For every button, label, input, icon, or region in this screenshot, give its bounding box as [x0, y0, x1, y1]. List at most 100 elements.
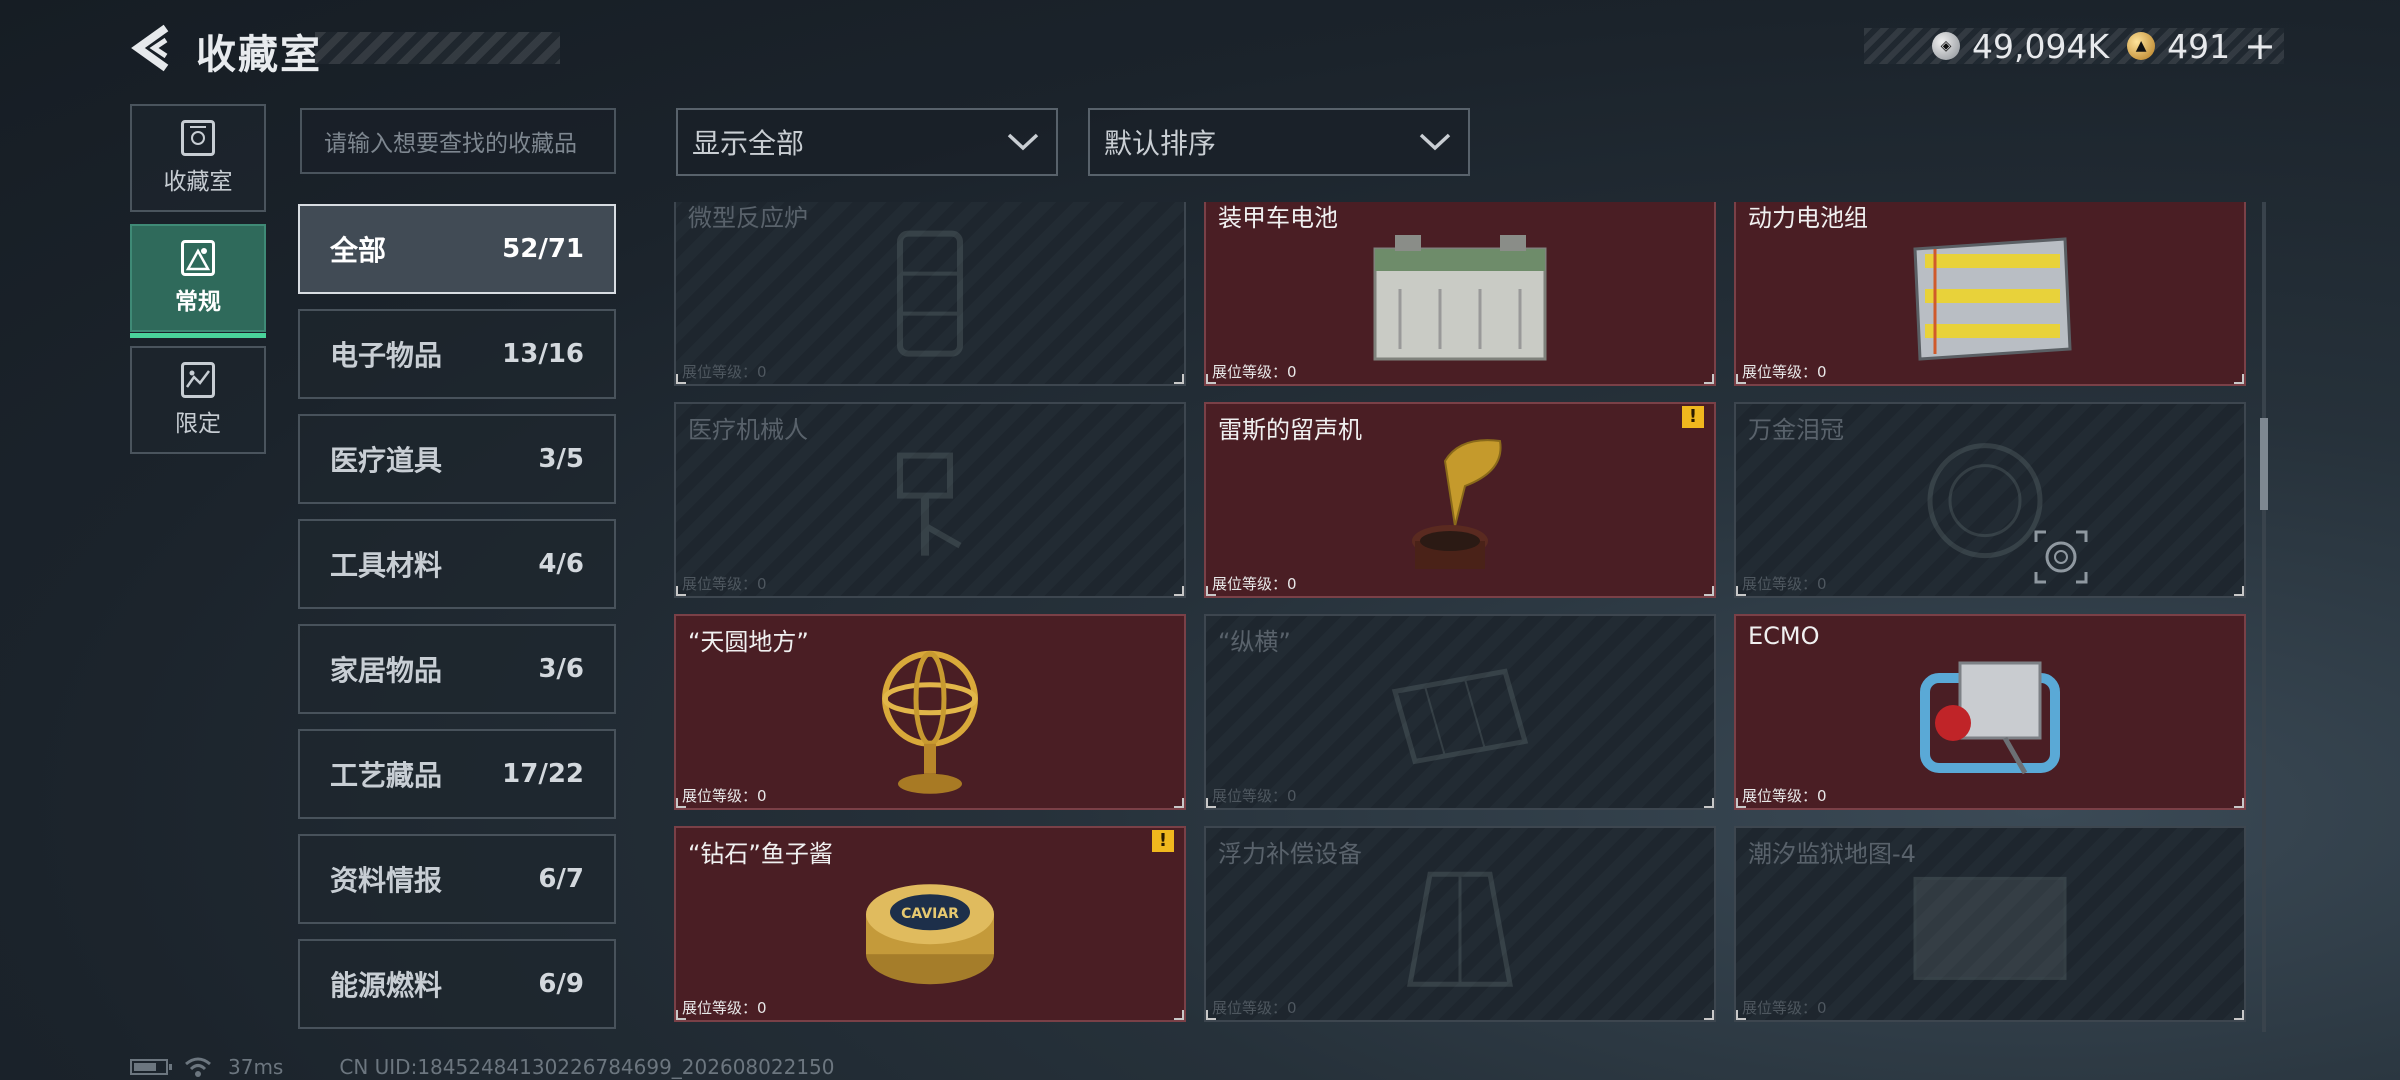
- category-all[interactable]: 全部 52/71: [298, 204, 616, 294]
- display-filter-dropdown[interactable]: 显示全部: [676, 108, 1058, 176]
- battery-pack-icon: [1913, 237, 2072, 361]
- collection-card[interactable]: “天圆地方” 展位等级：0: [674, 614, 1186, 810]
- category-count: 3/6: [538, 654, 584, 684]
- caviar-label: CAVIAR: [901, 906, 959, 922]
- target-reticle-icon: [2034, 530, 2088, 584]
- collection-card[interactable]: 装甲车电池 展位等级：0: [1204, 202, 1716, 386]
- category-medical[interactable]: 医疗道具 3/5: [298, 414, 616, 504]
- item-name: 潮汐监狱地图-4: [1748, 840, 1916, 868]
- item-name: 微型反应炉: [688, 204, 808, 232]
- category-crafts[interactable]: 工艺藏品 17/22: [298, 729, 616, 819]
- category-name: 电子物品: [330, 339, 443, 372]
- grid-scrollbar[interactable]: [2262, 202, 2266, 1032]
- item-name: 浮力补偿设备: [1218, 840, 1362, 868]
- silver-coin-icon: ◈: [1932, 32, 1961, 60]
- grid-scrollbar-thumb[interactable]: [2260, 418, 2268, 510]
- category-name: 资料情报: [330, 864, 443, 897]
- display-level: 展位等级：0: [682, 787, 767, 805]
- bcd-vest-icon: [1407, 871, 1513, 987]
- collection-card[interactable]: 动力电池组 展位等级：0: [1734, 202, 2246, 386]
- display-level: 展位等级：0: [1212, 787, 1297, 805]
- item-name: 医疗机械人: [688, 416, 808, 444]
- item-name: “天圆地方”: [688, 628, 809, 656]
- collection-card[interactable]: 浮力补偿设备 展位等级：0: [1204, 826, 1716, 1022]
- battery-icon: [130, 1059, 172, 1075]
- chevron-down-icon: [1007, 133, 1039, 151]
- display-level: 展位等级：0: [1212, 363, 1297, 381]
- display-level: 展位等级：0: [1742, 787, 1827, 805]
- reactor-icon: [897, 230, 963, 357]
- category-count: 4/6: [538, 549, 584, 579]
- category-name: 能源燃料: [330, 969, 443, 1002]
- collection-card[interactable]: CAVIAR ! “钻石”鱼子酱 展位等级：0: [674, 826, 1186, 1022]
- silver-balance: 49,094K: [1972, 26, 2110, 66]
- item-name: 雷斯的留声机: [1218, 416, 1362, 444]
- status-footer: 37ms CN UID:18452484130226784699_2026080…: [130, 1054, 835, 1080]
- category-count: 17/22: [502, 759, 584, 789]
- category-energy[interactable]: 能源燃料 6/9: [298, 939, 616, 1029]
- item-name: ECMO: [1748, 622, 1820, 650]
- category-count: 3/5: [538, 444, 584, 474]
- mode-tab-collection-room[interactable]: 收藏室: [130, 104, 266, 212]
- category-count: 52/71: [502, 234, 584, 264]
- user-uid: CN UID:18452484130226784699_202608022150: [339, 1055, 835, 1079]
- top-bar: 收藏室 ◈ 49,094K ▲ 491 +: [0, 0, 2400, 100]
- collection-card[interactable]: “纵横” 展位等级：0: [1204, 614, 1716, 810]
- display-level: 展位等级：0: [1212, 999, 1297, 1017]
- mode-tab-limited[interactable]: 限定: [130, 346, 266, 454]
- back-button[interactable]: [128, 22, 178, 74]
- collection-card[interactable]: 潮汐监狱地图-4 展位等级：0: [1734, 826, 2246, 1022]
- collection-card[interactable]: ! 雷斯的留声机 展位等级：0: [1204, 402, 1716, 598]
- ping-value: 37ms: [228, 1055, 284, 1079]
- category-name: 工艺藏品: [330, 759, 443, 792]
- mode-tab-regular[interactable]: 常规: [130, 224, 266, 338]
- chevron-down-icon: [1419, 133, 1451, 151]
- wifi-icon: [185, 1057, 211, 1077]
- map-icon: [1913, 876, 2067, 980]
- collection-card[interactable]: 微型反应炉 展位等级：0: [674, 202, 1186, 386]
- item-name: 动力电池组: [1748, 204, 1868, 232]
- medical-robot-icon: [897, 452, 962, 556]
- ecmo-machine-icon: [1920, 661, 2060, 775]
- limited-icon: [181, 362, 215, 398]
- collection-card[interactable]: ECMO 展位等级：0: [1734, 614, 2246, 810]
- category-count: 6/9: [538, 969, 584, 999]
- display-level: 展位等级：0: [682, 363, 767, 381]
- collection-card[interactable]: 医疗机械人 展位等级：0: [674, 402, 1186, 598]
- currency-bar: ◈ 49,094K ▲ 491 +: [1864, 24, 2284, 68]
- gramophone-icon: [1412, 439, 1502, 569]
- display-level: 展位等级：0: [682, 999, 767, 1017]
- collection-grid: 微型反应炉 展位等级：0 装甲车电池 展位等级：0 动力电池组 展位等级：0 医…: [674, 202, 2250, 1025]
- back-arrow-icon: [131, 24, 169, 72]
- warning-badge-icon: !: [1152, 830, 1174, 852]
- collection-room-icon: [181, 120, 215, 156]
- collection-card[interactable]: 万金泪冠 展位等级：0: [1734, 402, 2246, 598]
- mode-tab-label: 常规: [175, 289, 221, 315]
- mode-tab-label: 收藏室: [163, 169, 233, 195]
- display-level: 展位等级：0: [1742, 363, 1827, 381]
- category-tools[interactable]: 工具材料 4/6: [298, 519, 616, 609]
- armillary-sphere-icon: [882, 650, 978, 794]
- search-input[interactable]: 请输入想要查找的收藏品: [300, 108, 616, 174]
- page-title: 收藏室: [196, 32, 322, 78]
- chessboard-icon: [1391, 668, 1529, 765]
- category-name: 全部: [330, 234, 387, 267]
- gold-balance: 491: [2167, 26, 2231, 66]
- display-level: 展位等级：0: [1742, 575, 1827, 593]
- category-intel[interactable]: 资料情报 6/7: [298, 834, 616, 924]
- sort-dropdown[interactable]: 默认排序: [1088, 108, 1470, 176]
- gold-coin-icon: ▲: [2127, 32, 2156, 60]
- caviar-tin-icon: CAVIAR: [866, 884, 994, 985]
- category-count: 6/7: [538, 864, 584, 894]
- category-electronics[interactable]: 电子物品 13/16: [298, 309, 616, 399]
- category-count: 13/16: [502, 339, 584, 369]
- category-household[interactable]: 家居物品 3/6: [298, 624, 616, 714]
- category-name: 家居物品: [330, 654, 443, 687]
- category-name: 医疗道具: [330, 444, 443, 477]
- display-filter-value: 显示全部: [692, 127, 805, 160]
- car-battery-icon: [1373, 235, 1547, 361]
- add-currency-button[interactable]: +: [2244, 24, 2276, 68]
- category-name: 工具材料: [330, 549, 443, 582]
- item-name: “钻石”鱼子酱: [688, 840, 833, 868]
- regular-icon: [181, 240, 215, 276]
